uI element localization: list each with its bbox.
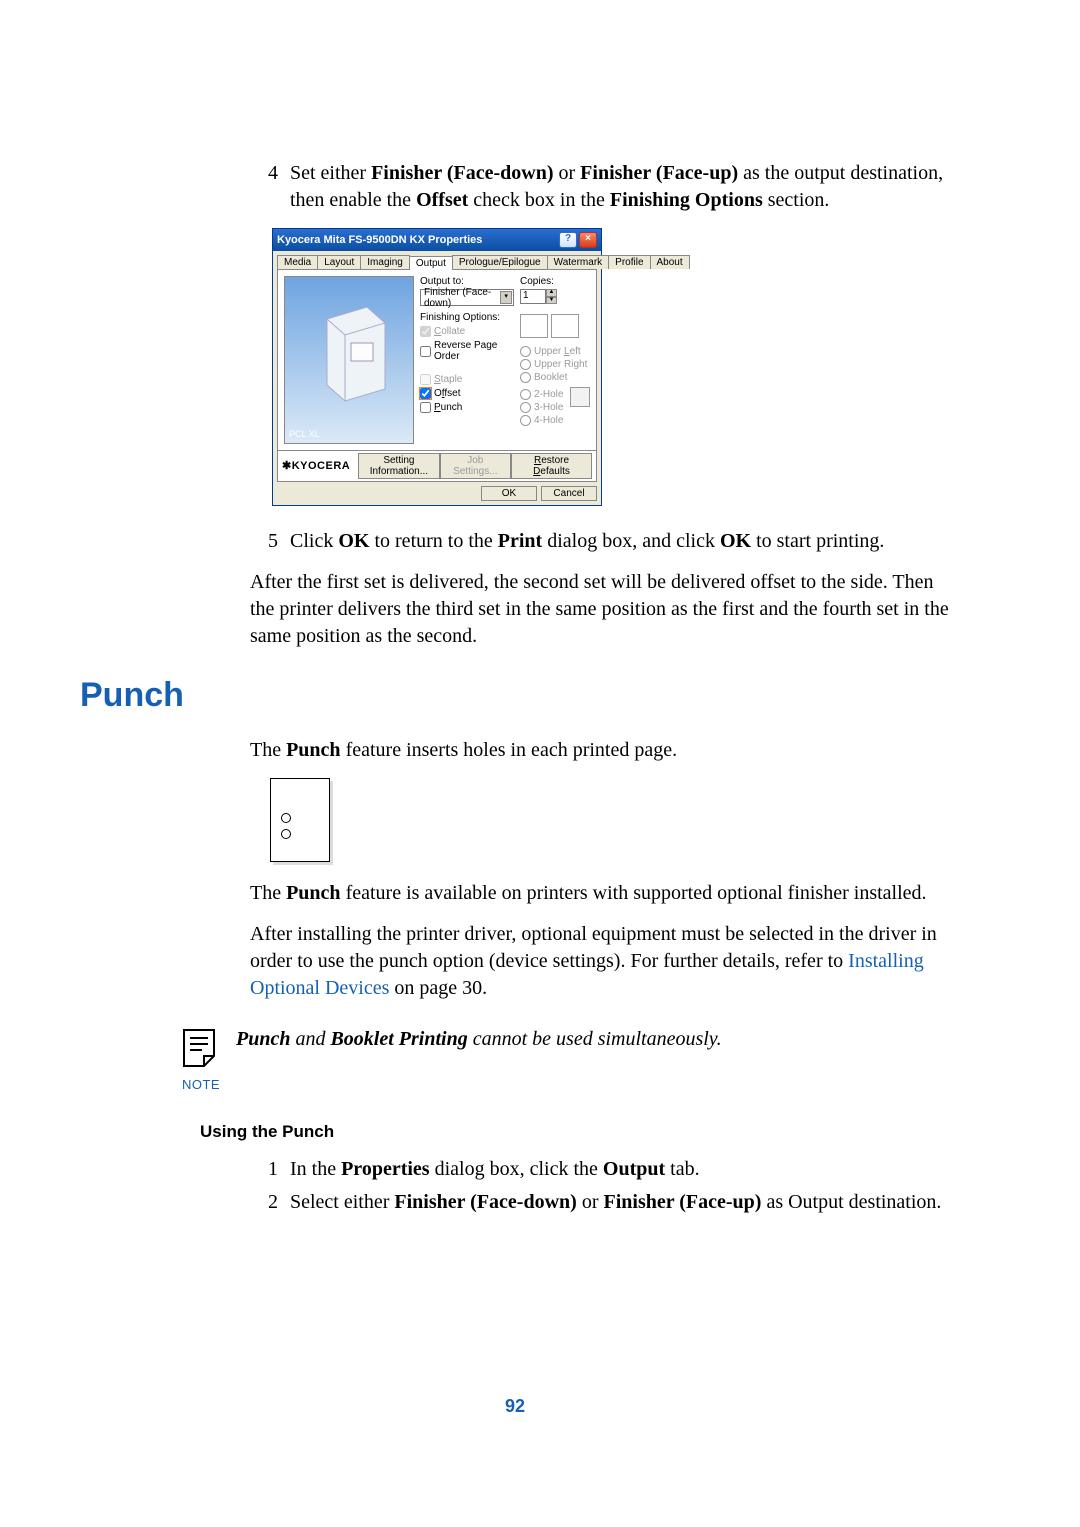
4hole-radio: 4-Hole bbox=[520, 415, 566, 426]
punch-hole-icon bbox=[281, 829, 291, 839]
staple-layout-2-icon bbox=[551, 314, 579, 338]
step-number: 4 bbox=[250, 160, 278, 214]
tab-prologue[interactable]: Prologue/Epilogue bbox=[452, 255, 548, 269]
tab-output[interactable]: Output bbox=[409, 256, 453, 270]
kyocera-logo: ✱KYOCERA bbox=[282, 460, 350, 472]
tab-row: Media Layout Imaging Output Prologue/Epi… bbox=[273, 251, 601, 269]
step-list: 1 In the Properties dialog box, click th… bbox=[250, 1156, 950, 1216]
upper-right-radio: Upper Right bbox=[520, 359, 590, 370]
page-number: 92 bbox=[80, 1396, 950, 1417]
job-settings-button: Job Settings... bbox=[440, 453, 512, 479]
punch-supported: The Punch feature is available on printe… bbox=[250, 880, 950, 907]
tab-profile[interactable]: Profile bbox=[608, 255, 650, 269]
punch-install: After installing the printer driver, opt… bbox=[250, 921, 950, 1002]
note-label: NOTE bbox=[180, 1077, 222, 1092]
tab-watermark[interactable]: Watermark bbox=[547, 255, 610, 269]
staple-position-icon bbox=[570, 387, 590, 407]
staple-layout-1-icon bbox=[520, 314, 548, 338]
reverse-checkbox[interactable]: Reverse Page Order bbox=[420, 340, 514, 362]
dialog-title: Kyocera Mita FS-9500DN KX Properties bbox=[277, 234, 482, 246]
step-text: Click OK to return to the Print dialog b… bbox=[290, 528, 950, 555]
collate-checkbox: CCollateollate bbox=[420, 326, 514, 337]
ok-button[interactable]: OK bbox=[481, 486, 537, 501]
printer-icon bbox=[307, 299, 395, 409]
offset-checkbox[interactable]: Offset bbox=[420, 388, 514, 399]
3hole-radio: 3-Hole bbox=[520, 402, 566, 413]
copies-label: Copies: bbox=[520, 276, 590, 287]
upper-left-radio: Upper Left bbox=[520, 346, 590, 357]
step-text: Set either Finisher (Face-down) or Finis… bbox=[290, 160, 950, 214]
finishing-options-label: Finishing Options: bbox=[420, 312, 514, 323]
step-number: 1 bbox=[250, 1156, 278, 1183]
punch-heading: Punch bbox=[80, 676, 950, 715]
tab-about[interactable]: About bbox=[650, 255, 690, 269]
close-icon[interactable]: × bbox=[579, 232, 597, 248]
staple-checkbox: Staple bbox=[420, 374, 514, 385]
setting-info-button[interactable]: Setting Information... bbox=[358, 453, 439, 479]
step-list: 5 Click OK to return to the Print dialog… bbox=[250, 528, 950, 555]
step-number: 5 bbox=[250, 528, 278, 555]
punch-figure bbox=[270, 778, 330, 862]
booklet-radio: Booklet bbox=[520, 372, 590, 383]
punch-intro: The Punch feature inserts holes in each … bbox=[250, 737, 950, 764]
tab-imaging[interactable]: Imaging bbox=[360, 255, 410, 269]
punch-checkbox[interactable]: Punch bbox=[420, 402, 514, 413]
properties-dialog: Kyocera Mita FS-9500DN KX Properties ? ×… bbox=[272, 228, 602, 506]
preview-pane: PCL XL bbox=[284, 276, 414, 444]
step-text: Select either Finisher (Face-down) or Fi… bbox=[290, 1189, 950, 1216]
tab-media[interactable]: Media bbox=[277, 255, 318, 269]
output-to-select[interactable]: Finisher (Face-down) ▾ bbox=[420, 289, 514, 306]
output-to-label: Output to: bbox=[420, 276, 514, 287]
restore-defaults-button[interactable]: Restore Defaults bbox=[511, 453, 592, 479]
note-icon bbox=[180, 1026, 222, 1068]
help-icon[interactable]: ? bbox=[559, 232, 577, 248]
step-list: 4 Set either Finisher (Face-down) or Fin… bbox=[250, 160, 950, 214]
punch-hole-icon bbox=[281, 813, 291, 823]
2hole-radio: 2-Hole bbox=[520, 389, 566, 400]
note-text: Punch and Booklet Printing cannot be use… bbox=[236, 1026, 950, 1053]
copies-stepper[interactable]: 1 ▲▼ bbox=[520, 289, 590, 304]
dialog-titlebar: Kyocera Mita FS-9500DN KX Properties ? × bbox=[273, 229, 601, 251]
using-punch-heading: Using the Punch bbox=[200, 1122, 950, 1142]
preview-label: PCL XL bbox=[289, 430, 320, 440]
step-number: 2 bbox=[250, 1189, 278, 1216]
offset-explain: After the first set is delivered, the se… bbox=[250, 569, 950, 650]
chevron-down-icon: ▾ bbox=[500, 291, 512, 304]
cancel-button[interactable]: Cancel bbox=[541, 486, 597, 501]
step-text: In the Properties dialog box, click the … bbox=[290, 1156, 950, 1183]
tab-layout[interactable]: Layout bbox=[317, 255, 361, 269]
